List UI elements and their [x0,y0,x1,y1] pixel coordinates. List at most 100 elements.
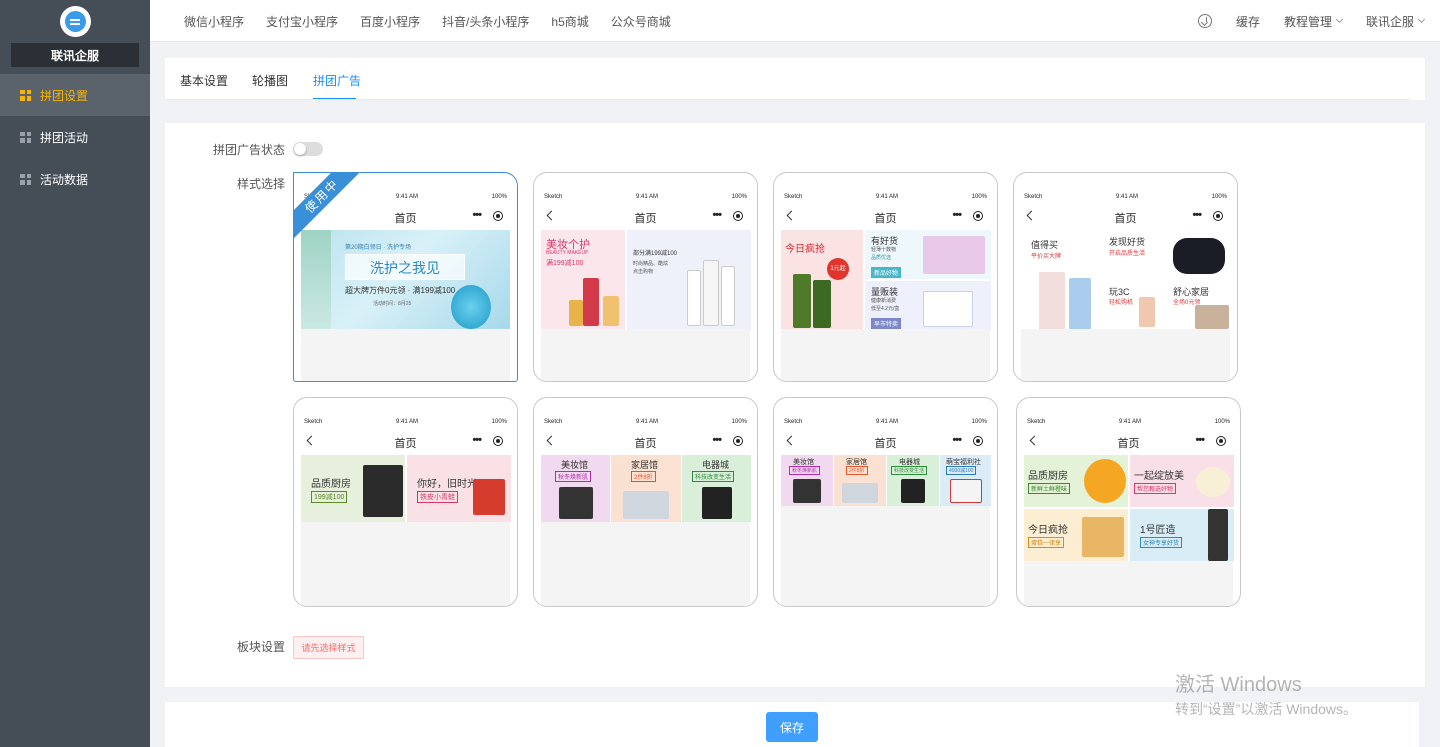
tile-tag: 2件8折 [846,466,868,475]
style-option-7[interactable]: Sketch 9:41 AM 100% 首页 ••• 美妆馆 秋冬焕新肌 家居馆 2件… [773,397,998,607]
ad-status-toggle[interactable] [293,142,323,156]
tab-douyin-miniprogram[interactable]: 抖音/头条小程序 [442,13,529,30]
product-image [703,260,719,326]
ad-tile-home-hall: 家居馆 2件8折 [611,455,681,522]
tab-alipay-miniprogram[interactable]: 支付宝小程序 [266,13,338,30]
style-option-4[interactable]: Sketch 9:41 AM 100% 首页 ••• 值得买 平价买大牌 发现好货 开… [1013,172,1238,382]
product-image [1208,509,1228,561]
phone-status-bar: Sketch 9:41 AM 100% [1027,419,1230,429]
ad-tile-beauty: 美妆个护 BEAUTY MAKEUP 满199减100 [541,230,625,331]
more-icon: ••• [1195,434,1205,446]
tile-tag: 早市特卖 [871,318,902,329]
ad-tile-good-goods: 有好货 轻薄十数物 品质优选 新品好物 [865,230,991,279]
product-image [569,300,583,326]
sidebar-item-label: 拼团活动 [40,130,89,145]
style-option-1[interactable]: Sketch9:41 AM100% 首页••• 第20期白领日 · 洗护专场 洗… [293,172,518,382]
tile-subtitle: 平价买大牌 [1031,254,1062,260]
product-image [721,266,735,326]
sidebar: 联讯企服 拼团设置 拼团活动 活动数据 [0,0,150,747]
tab-group-ads[interactable]: 拼团广告 [313,72,361,89]
ad-tile-home: 舒心家居 全场0元领 [1169,281,1231,331]
clock: 9:41 AM [875,419,898,425]
tile-tag: 新鲜土鲜橙味 [1028,483,1071,494]
ad-tile-flash-sale: 今日疯抢 1元起 [781,230,863,331]
tab-baidu-miniprogram[interactable]: 百度小程序 [360,13,420,30]
watermark-title: 激活 Windows [1175,674,1302,696]
ad-tile-flash-sale: 今日疯抢 蛋糕一律享 [1024,509,1128,561]
product-image [1139,297,1155,327]
style-option-2[interactable]: Sketch 9:41 AM 100% 首页 ••• 美妆个护 BEAUTY MAKE… [533,172,758,382]
tab-carousel[interactable]: 轮播图 [252,72,288,89]
phone-nav-bar: 首页 ••• [784,434,987,450]
tile-tag: 199减100 [311,491,348,503]
download-button[interactable] [1197,14,1212,28]
tile-tag: 科技改变生活 [692,471,735,482]
product-image [1195,305,1229,329]
block-settings-label: 板块设置 [236,640,285,654]
carrier: Sketch [784,419,803,425]
tile-tag: 秋冬焕新肌 [789,466,821,475]
tab-wechat-miniprogram[interactable]: 微信小程序 [184,13,244,30]
capsule-close-icon [733,436,743,446]
sidebar-item-group-settings[interactable]: 拼团设置 [0,74,150,116]
style-option-8[interactable]: Sketch 9:41 AM 100% 首页 ••• 品质厨房 新鲜土鲜橙味 一起绽放… [1016,397,1241,607]
sidebar-item-activity-data[interactable]: 活动数据 [0,158,150,200]
style-option-3[interactable]: Sketch 9:41 AM 100% 首页 ••• 今日疯抢 1元起 有好货 轻薄十… [773,172,998,382]
battery: 100% [971,419,987,425]
placeholder-area [301,329,510,381]
tile-promo: 满199减100 [546,260,584,267]
tile-promo: 低至4.2元/盒 [871,306,900,312]
sidebar-item-group-activities[interactable]: 拼团活动 [0,116,150,158]
tile-promo: 品质优选 [871,255,892,261]
tile-subtitle: 轻松购机 [1109,300,1134,306]
tab-h5-mall[interactable]: h5商城 [551,13,588,30]
style-option-6[interactable]: Sketch 9:41 AM 100% 首页 ••• 美妆馆 秋冬焕新肌 家居馆 2件… [533,397,758,607]
placeholder-area [541,522,750,606]
tutorial-menu[interactable]: 教程管理 [1284,13,1344,30]
phone-status-bar: Sketch 9:41 AM 100% [1024,194,1227,204]
ad-tile-electronics: 电器城 科技改变生活 [682,455,751,522]
battery: 100% [491,419,507,425]
carrier: Sketch [304,419,323,425]
product-image [583,278,599,326]
sidebar-item-label: 拼团设置 [40,88,89,103]
ad-settings-panel: 拼团广告状态 样式选择 Sketch 9:41 AM 100% 首页••• 第20期… [165,123,1425,687]
carrier: Sketch [1027,419,1046,425]
battery: 100% [971,194,987,200]
ad-tile-find-goods: 发现好货 开启品质生活 [1105,230,1231,279]
ad-banner: 美妆馆 秋冬焕新肌 家居馆 2件8折 电器城 科技改变生活 萌宝福利社 4000… [781,455,991,506]
cache-link[interactable]: 缓存 [1236,13,1260,30]
product-image [363,465,403,517]
placeholder-area [301,522,510,606]
tile-subtitle: 轻薄十数物 [871,247,897,253]
save-button[interactable]: 保存 [766,712,818,742]
ad-banner: 美妆个护 BEAUTY MAKEUP 满199减100 部分满199减100 时… [541,230,751,331]
user-menu[interactable]: 联讯企服 [1366,13,1426,30]
tile-title: 值得买 [1031,240,1059,250]
chevron-down-icon [1335,15,1344,24]
tile-title: 今日疯抢 [1028,525,1068,536]
tile-tag: 2件8折 [631,471,656,482]
tile-tag: 蛋糕一律享 [1028,537,1065,548]
tile-tag: 铁皮小青蛙 [417,491,458,503]
product-image [1069,278,1091,330]
tile-title: 今日疯抢 [785,244,825,255]
product-image [702,487,732,519]
capsule-close-icon [973,211,983,221]
tab-official-account-mall[interactable]: 公众号商城 [611,13,671,30]
tile-title: 家居馆 [631,460,659,470]
select-style-first-button[interactable]: 请先选择样式 [293,636,364,659]
product-image [950,479,982,503]
tab-basic-settings[interactable]: 基本设置 [180,72,228,89]
battery: 100% [491,194,507,200]
clock: 9:41 AM [395,419,418,425]
clock: 9:41 AM [875,194,898,200]
banner-main-text: 洗护之我见 [345,254,465,280]
ad-tile-nostalgia: 你好，旧时光 铁皮小青蛙 [407,455,511,522]
product-image [923,291,973,327]
more-icon: ••• [712,209,722,221]
style-option-5[interactable]: Sketch 9:41 AM 100% 首页 ••• 品质厨房 199减100 你好，… [293,397,518,607]
tile-subtitle: 健康新消费 [871,298,897,304]
tile-title: 发现好货 [1109,237,1146,247]
brand: 联讯企服 [0,0,150,74]
